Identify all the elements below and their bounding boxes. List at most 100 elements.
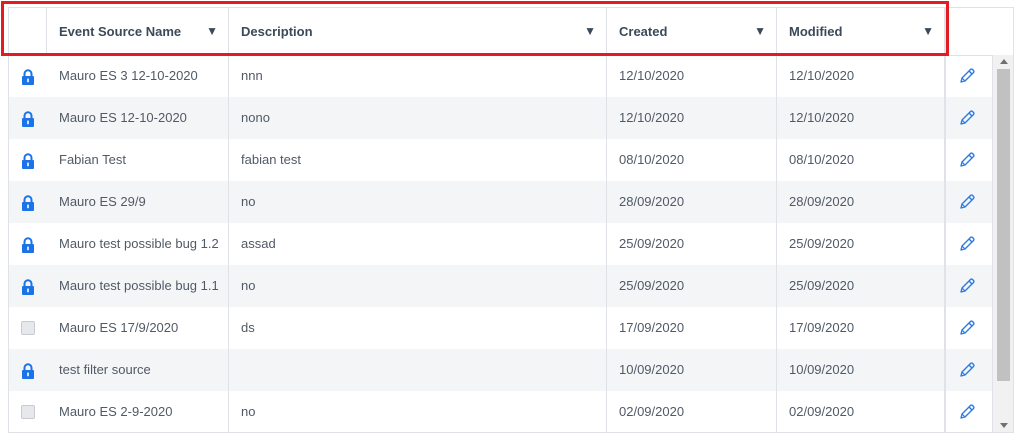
row-actions-cell bbox=[945, 391, 992, 432]
scroll-up-icon[interactable] bbox=[1000, 59, 1008, 64]
cell-modified: 17/09/2020 bbox=[777, 307, 945, 349]
column-label-description: Description bbox=[241, 24, 313, 39]
cell-event-source-name-text: Mauro ES 2-9-2020 bbox=[59, 404, 173, 419]
lock-icon bbox=[21, 363, 35, 379]
cell-description-text: no bbox=[241, 194, 256, 209]
cell-created: 17/09/2020 bbox=[607, 307, 777, 349]
cell-description bbox=[229, 349, 607, 391]
row-status-cell bbox=[9, 223, 47, 265]
cell-description: fabian test bbox=[229, 139, 607, 181]
cell-created: 25/09/2020 bbox=[607, 265, 777, 307]
cell-created: 12/10/2020 bbox=[607, 55, 777, 97]
checkbox-icon[interactable] bbox=[21, 321, 35, 335]
cell-event-source-name: test filter source bbox=[47, 349, 229, 391]
table-row[interactable]: test filter source 10/09/2020 10/09/2020 bbox=[9, 349, 992, 391]
cell-description: no bbox=[229, 181, 607, 223]
row-status-cell bbox=[9, 181, 47, 223]
scroll-thumb[interactable] bbox=[997, 69, 1010, 381]
table-row[interactable]: Mauro test possible bug 1.2 assad 25/09/20… bbox=[9, 223, 992, 265]
cell-description: no bbox=[229, 265, 607, 307]
edit-pencil-icon[interactable] bbox=[958, 67, 976, 85]
cell-created: 10/09/2020 bbox=[607, 349, 777, 391]
column-header-created[interactable]: Created ▼ bbox=[607, 8, 777, 55]
edit-pencil-icon[interactable] bbox=[958, 151, 976, 169]
cell-modified-text: 28/09/2020 bbox=[789, 194, 855, 209]
table-row[interactable]: Mauro ES 29/9 no 28/09/2020 28/09/2020 bbox=[9, 181, 992, 223]
row-status-cell bbox=[9, 97, 47, 139]
cell-description: nnn bbox=[229, 55, 607, 97]
cell-modified: 12/10/2020 bbox=[777, 97, 945, 139]
edit-pencil-icon[interactable] bbox=[958, 277, 976, 295]
row-status-cell bbox=[9, 55, 47, 97]
cell-event-source-name: Mauro ES 2-9-2020 bbox=[47, 391, 229, 432]
scroll-down-icon[interactable] bbox=[1000, 423, 1008, 428]
table-row[interactable]: Fabian Test fabian test 08/10/2020 08/10/20… bbox=[9, 139, 992, 181]
vertical-scrollbar[interactable] bbox=[992, 55, 1013, 432]
cell-description-text: no bbox=[241, 278, 256, 293]
row-actions-cell bbox=[945, 97, 992, 139]
edit-pencil-icon[interactable] bbox=[958, 193, 976, 211]
column-label-event-source-name: Event Source Name bbox=[59, 24, 182, 39]
event-sources-grid: Event Source Name ▼ Description ▼ Create… bbox=[8, 7, 1014, 433]
cell-description-text: fabian test bbox=[241, 152, 301, 167]
table-row[interactable]: Mauro ES 12-10-2020 nono 12/10/2020 12/10/2… bbox=[9, 97, 992, 139]
sort-caret-icon[interactable]: ▼ bbox=[584, 8, 596, 55]
edit-pencil-icon[interactable] bbox=[958, 235, 976, 253]
cell-description-text: assad bbox=[241, 236, 276, 251]
table-row[interactable]: Mauro ES 17/9/2020 ds 17/09/2020 17/09/2020 bbox=[9, 307, 992, 349]
cell-created: 28/09/2020 bbox=[607, 181, 777, 223]
cell-event-source-name: Mauro test possible bug 1.1 bbox=[47, 265, 229, 307]
cell-created: 02/09/2020 bbox=[607, 391, 777, 432]
edit-pencil-icon[interactable] bbox=[958, 403, 976, 421]
cell-event-source-name-text: Mauro ES 29/9 bbox=[59, 194, 146, 209]
cell-created-text: 08/10/2020 bbox=[619, 152, 685, 167]
cell-modified-text: 17/09/2020 bbox=[789, 320, 855, 335]
sort-caret-icon[interactable]: ▼ bbox=[206, 8, 218, 55]
lock-icon bbox=[21, 111, 35, 127]
cell-modified-text: 08/10/2020 bbox=[789, 152, 855, 167]
sort-caret-icon[interactable]: ▼ bbox=[922, 8, 934, 55]
grid-header: Event Source Name ▼ Description ▼ Create… bbox=[9, 8, 1013, 56]
cell-modified: 25/09/2020 bbox=[777, 223, 945, 265]
cell-modified: 28/09/2020 bbox=[777, 181, 945, 223]
column-header-description[interactable]: Description ▼ bbox=[229, 8, 607, 55]
sort-caret-icon[interactable]: ▼ bbox=[754, 8, 766, 55]
lock-icon bbox=[21, 153, 35, 169]
cell-event-source-name-text: Mauro test possible bug 1.2 bbox=[59, 236, 219, 251]
cell-event-source-name: Mauro ES 29/9 bbox=[47, 181, 229, 223]
edit-pencil-icon[interactable] bbox=[958, 361, 976, 379]
cell-description-text: nnn bbox=[241, 68, 263, 83]
checkbox-icon[interactable] bbox=[21, 405, 35, 419]
cell-modified-text: 12/10/2020 bbox=[789, 110, 855, 125]
cell-description-text: nono bbox=[241, 110, 270, 125]
cell-modified: 08/10/2020 bbox=[777, 139, 945, 181]
row-actions-cell bbox=[945, 265, 992, 307]
column-header-event-source-name[interactable]: Event Source Name ▼ bbox=[47, 8, 229, 55]
grid-body: Mauro ES 3 12-10-2020 nnn 12/10/2020 12/10/… bbox=[9, 55, 992, 432]
cell-modified-text: 25/09/2020 bbox=[789, 236, 855, 251]
edit-pencil-icon[interactable] bbox=[958, 109, 976, 127]
cell-created: 08/10/2020 bbox=[607, 139, 777, 181]
cell-modified-text: 25/09/2020 bbox=[789, 278, 855, 293]
cell-modified-text: 02/09/2020 bbox=[789, 404, 855, 419]
cell-modified: 10/09/2020 bbox=[777, 349, 945, 391]
cell-description: nono bbox=[229, 97, 607, 139]
cell-event-source-name: Mauro ES 3 12-10-2020 bbox=[47, 55, 229, 97]
cell-created-text: 28/09/2020 bbox=[619, 194, 685, 209]
lock-icon bbox=[21, 237, 35, 253]
cell-description: ds bbox=[229, 307, 607, 349]
table-row[interactable]: Mauro ES 2-9-2020 no 02/09/2020 02/09/2020 bbox=[9, 391, 992, 432]
cell-created-text: 17/09/2020 bbox=[619, 320, 685, 335]
cell-event-source-name-text: test filter source bbox=[59, 362, 151, 377]
cell-created-text: 02/09/2020 bbox=[619, 404, 685, 419]
column-header-modified[interactable]: Modified ▼ bbox=[777, 8, 945, 55]
cell-created-text: 25/09/2020 bbox=[619, 236, 685, 251]
row-actions-cell bbox=[945, 223, 992, 265]
row-status-cell bbox=[9, 349, 47, 391]
edit-pencil-icon[interactable] bbox=[958, 319, 976, 337]
table-row[interactable]: Mauro test possible bug 1.1 no 25/09/2020 2… bbox=[9, 265, 992, 307]
table-row[interactable]: Mauro ES 3 12-10-2020 nnn 12/10/2020 12/10/… bbox=[9, 55, 992, 97]
cell-created-text: 10/09/2020 bbox=[619, 362, 685, 377]
cell-event-source-name: Mauro ES 17/9/2020 bbox=[47, 307, 229, 349]
header-icon-column bbox=[9, 8, 47, 55]
